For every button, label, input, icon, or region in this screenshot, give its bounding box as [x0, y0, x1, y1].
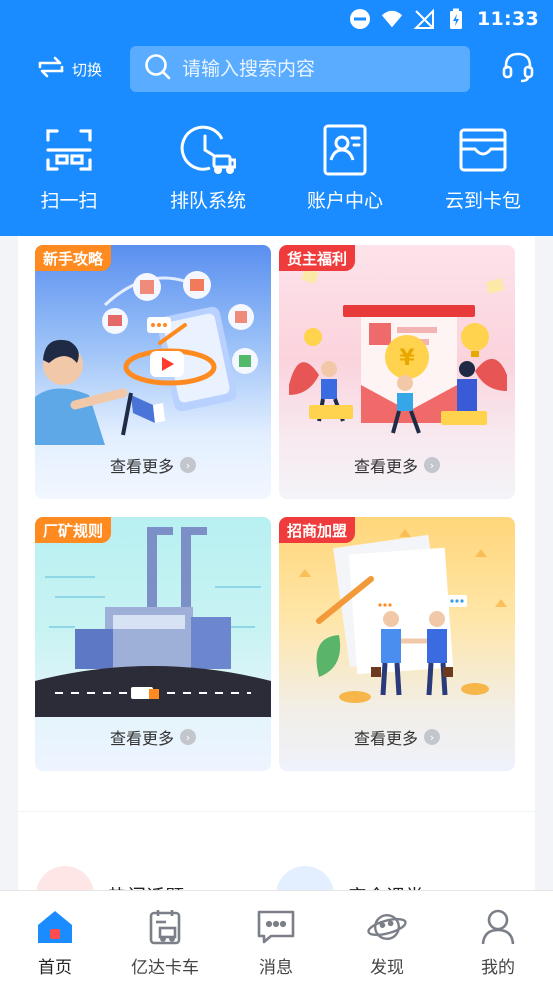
status-bar: 11:33 — [0, 0, 553, 38]
swap-icon — [36, 54, 66, 84]
home-icon — [35, 907, 75, 947]
feature-card-shipper-benefits[interactable]: ¥ 货主福利 查看更多 › — [279, 245, 515, 499]
factory-rules-illustration — [35, 527, 271, 717]
see-more-link[interactable]: 查看更多 › — [35, 725, 271, 749]
see-more-label: 查看更多 — [353, 457, 418, 476]
account-card-icon — [317, 122, 373, 178]
battery-charging-icon — [445, 8, 467, 30]
search-input[interactable] — [182, 58, 452, 80]
clock: 11:33 — [477, 8, 539, 30]
chevron-right-icon: › — [424, 729, 440, 745]
search-row: 切换 — [0, 46, 553, 92]
feature-cards-panel: 新手攻略 查看更多 › ¥ 货主福利 查看更多 › 厂矿规则 查看更多 › 招商… — [18, 236, 535, 811]
header: 11:33 切换 扫一扫 — [0, 0, 553, 236]
no-signal-icon — [413, 8, 435, 30]
planet-icon — [367, 907, 407, 947]
card-badge: 招商加盟 — [279, 517, 356, 543]
franchise-illustration — [299, 529, 507, 703]
headset-icon — [501, 50, 535, 88]
search-icon — [144, 53, 172, 85]
do-not-disturb-icon — [349, 8, 371, 30]
message-icon — [256, 907, 296, 947]
quick-action-label: 云到卡包 — [444, 190, 521, 212]
scan-icon — [41, 122, 97, 178]
shipper-benefits-illustration: ¥ — [289, 267, 507, 434]
tab-label: 发现 — [370, 958, 404, 978]
see-more-label: 查看更多 — [353, 729, 418, 748]
card-badge: 厂矿规则 — [35, 517, 112, 543]
feature-card-franchise[interactable]: 招商加盟 查看更多 › — [279, 517, 515, 771]
quick-action-label: 账户中心 — [306, 190, 383, 212]
chevron-right-icon: › — [180, 729, 196, 745]
switch-button[interactable]: 切换 — [36, 54, 102, 84]
newbie-guide-illustration — [35, 271, 258, 445]
tab-yida-truck[interactable]: 亿达卡车 — [110, 891, 220, 983]
tab-messages[interactable]: 消息 — [221, 891, 331, 983]
card-badge: 货主福利 — [279, 245, 356, 271]
search-box[interactable] — [130, 46, 470, 92]
topics-panel: 热门话题 安全课堂 — [18, 812, 535, 924]
see-more-label: 查看更多 — [109, 729, 174, 748]
quick-action-scan[interactable]: 扫一扫 — [9, 122, 129, 213]
see-more-label: 查看更多 — [109, 457, 174, 476]
quick-actions: 扫一扫 排队系统 账户中心 云到卡包 — [0, 122, 553, 222]
feature-card-newbie-guide[interactable]: 新手攻略 查看更多 › — [35, 245, 271, 499]
chevron-right-icon: › — [424, 457, 440, 473]
wifi-icon — [381, 8, 403, 30]
queue-clock-icon — [180, 122, 236, 178]
tab-mine[interactable]: 我的 — [443, 891, 553, 983]
tab-label: 首页 — [38, 958, 72, 978]
customer-service-button[interactable] — [499, 50, 537, 88]
quick-action-label: 扫一扫 — [40, 190, 98, 212]
see-more-link[interactable]: 查看更多 › — [35, 453, 271, 477]
svg-text:¥: ¥ — [399, 346, 415, 371]
tab-label: 我的 — [481, 958, 515, 978]
tab-label: 消息 — [259, 958, 293, 978]
see-more-link[interactable]: 查看更多 › — [279, 725, 515, 749]
chevron-right-icon: › — [180, 457, 196, 473]
tab-label: 亿达卡车 — [131, 958, 199, 978]
quick-action-queue[interactable]: 排队系统 — [148, 122, 268, 213]
bottom-tab-bar: 首页 亿达卡车 消息 发现 我的 — [0, 890, 553, 983]
see-more-link[interactable]: 查看更多 › — [279, 453, 515, 477]
tab-discover[interactable]: 发现 — [332, 891, 442, 983]
quick-action-label: 排队系统 — [169, 190, 246, 212]
card-badge: 新手攻略 — [35, 245, 112, 271]
quick-action-wallet[interactable]: 云到卡包 — [423, 122, 543, 213]
switch-label: 切换 — [72, 60, 103, 79]
feature-card-factory-rules[interactable]: 厂矿规则 查看更多 › — [35, 517, 271, 771]
quick-action-account[interactable]: 账户中心 — [285, 122, 405, 213]
truck-schedule-icon — [145, 907, 185, 947]
user-icon — [478, 907, 518, 947]
tab-home[interactable]: 首页 — [0, 891, 110, 983]
wallet-icon — [455, 122, 511, 178]
